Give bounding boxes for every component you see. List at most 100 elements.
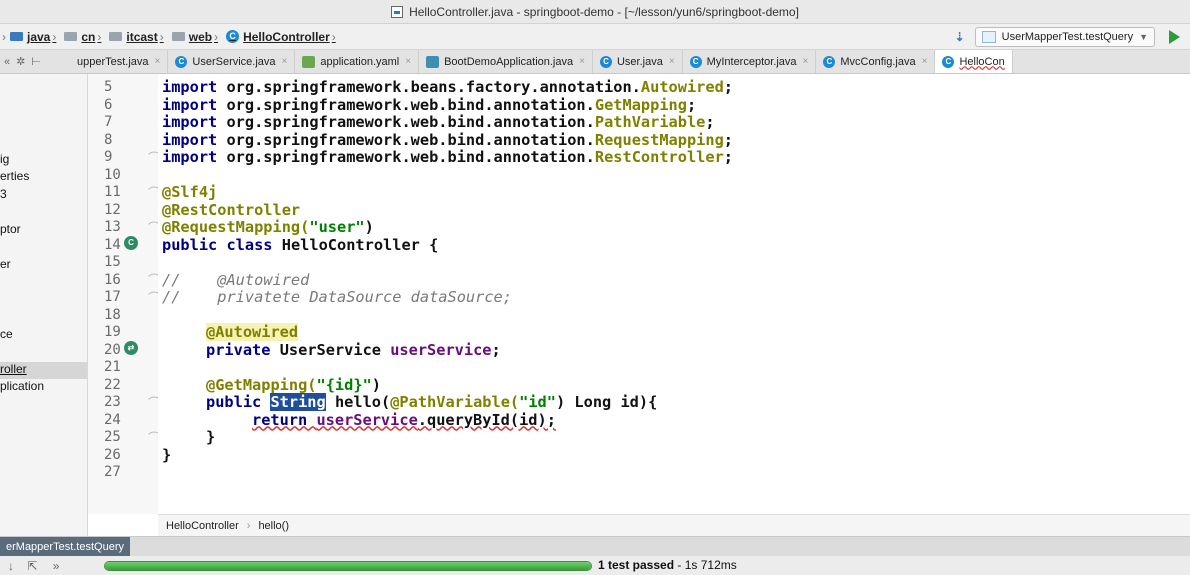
tab-bootdemoapplication[interactable]: BootDemoApplication.java × bbox=[419, 50, 593, 73]
class-icon: C bbox=[175, 55, 188, 68]
spring-boot-app-icon bbox=[426, 55, 440, 68]
code-line-25: } bbox=[206, 428, 216, 446]
class-icon: C bbox=[689, 55, 702, 68]
line-number: 26 bbox=[104, 446, 121, 463]
tab-user[interactable]: C User.java × bbox=[593, 50, 683, 73]
code-line-7: import org.springframework.web.bind.anno… bbox=[162, 113, 715, 131]
breadcrumb-cn[interactable]: cn › bbox=[64, 30, 105, 44]
export-icon[interactable]: ⇱ bbox=[27, 559, 37, 573]
tab-userservice[interactable]: C UserService.java × bbox=[168, 50, 296, 73]
tab-hellocontroller[interactable]: C HelloCon bbox=[935, 50, 1013, 73]
folder-icon bbox=[10, 32, 23, 41]
editor-tab-bar: « ✲ ⊢ upperTest.java × C UserService.java ×… bbox=[0, 50, 1190, 74]
project-item[interactable]: er bbox=[0, 257, 11, 271]
navigation-bar: › java › cn › itcast › web › C HelloControlle… bbox=[0, 24, 1190, 50]
window-title: HelloController.java - springboot-demo -… bbox=[409, 4, 799, 19]
tab-label: application.yaml bbox=[320, 55, 400, 68]
close-icon[interactable]: × bbox=[282, 56, 288, 67]
editor-breadcrumb-method[interactable]: hello() bbox=[258, 520, 289, 532]
project-item[interactable]: ig bbox=[0, 152, 9, 166]
line-number: 5 bbox=[104, 79, 113, 95]
close-icon[interactable]: × bbox=[155, 56, 161, 67]
code-line-6: import org.springframework.web.bind.anno… bbox=[162, 95, 697, 114]
line-number: 23 bbox=[104, 394, 121, 410]
tab-usermappertest[interactable]: upperTest.java × bbox=[70, 50, 169, 73]
tab-application-yaml[interactable]: application.yaml × bbox=[295, 50, 420, 73]
run-tab-testquery[interactable]: erMapperTest.testQuery bbox=[0, 537, 130, 557]
project-item[interactable]: 3 bbox=[0, 187, 7, 201]
breadcrumb-label: cn bbox=[81, 29, 96, 44]
code-line-14: public class HelloController { bbox=[162, 235, 439, 254]
autowired-gutter-icon[interactable]: ⇄ bbox=[124, 341, 138, 355]
project-item[interactable]: plication bbox=[0, 379, 44, 393]
project-item[interactable]: ce bbox=[0, 327, 13, 341]
code-line-23: public String hello(@PathVariable("id") … bbox=[206, 393, 658, 411]
breadcrumb-label: java bbox=[27, 29, 51, 44]
folder-icon bbox=[171, 32, 185, 41]
code-editor[interactable]: import org.springframework.beans.factory… bbox=[158, 74, 1190, 514]
tab-mvcconfig[interactable]: C MvcConfig.java × bbox=[816, 50, 936, 73]
spring-bean-gutter-icon[interactable]: C bbox=[124, 236, 138, 250]
line-number: 18 bbox=[104, 306, 121, 323]
tab-myinterceptor[interactable]: C MyInterceptor.java × bbox=[683, 50, 817, 73]
tab-label: User.java bbox=[616, 55, 663, 68]
chevron-right-icon: › bbox=[2, 29, 6, 44]
project-item-selected[interactable]: roller bbox=[0, 362, 87, 379]
chevron-down-icon: ▼ bbox=[1139, 32, 1148, 42]
code-line-5: import org.springframework.beans.factory… bbox=[162, 78, 734, 96]
code-line-22: @GetMapping("{id}") bbox=[206, 375, 381, 394]
breadcrumb-itcast[interactable]: itcast › bbox=[109, 30, 167, 44]
test-progress-bar bbox=[104, 561, 592, 571]
editor-breadcrumb-class[interactable]: HelloController bbox=[166, 520, 239, 532]
close-icon[interactable]: × bbox=[405, 56, 411, 67]
editor-gutter: 5 6 7 8 9 10 11 12 13 14 15 16 17 18 19 … bbox=[88, 74, 160, 514]
test-progress-fill bbox=[105, 562, 591, 570]
code-line-17: // privatete DataSource dataSource; bbox=[162, 288, 512, 306]
breadcrumb-label: web bbox=[188, 29, 213, 44]
close-icon[interactable]: × bbox=[579, 56, 585, 67]
code-line-16: // @Autowired bbox=[162, 270, 310, 289]
arrow-down-icon[interactable]: ↓ bbox=[8, 559, 14, 573]
code-line-24: return userService.queryById(id); bbox=[252, 410, 556, 429]
line-number: 9 bbox=[104, 149, 113, 165]
line-number: 22 bbox=[104, 376, 121, 393]
code-line-26: } bbox=[162, 445, 172, 464]
expand-icon[interactable]: » bbox=[53, 559, 60, 573]
breadcrumb-web[interactable]: web › bbox=[171, 29, 222, 44]
code-line-19: @Autowired bbox=[206, 323, 299, 341]
line-number: 11 bbox=[104, 184, 121, 200]
collapse-icon[interactable]: « bbox=[4, 56, 10, 68]
run-configuration-label: UserMapperTest.testQuery bbox=[1001, 31, 1134, 43]
project-item[interactable]: erties bbox=[0, 169, 29, 183]
breadcrumb-java[interactable]: java › bbox=[10, 30, 60, 44]
code-line-12: @RestController bbox=[162, 200, 301, 219]
tab-label: MvcConfig.java bbox=[840, 55, 916, 68]
run-play-icon[interactable] bbox=[1169, 30, 1180, 44]
code-line-13: @RequestMapping("user") bbox=[162, 218, 374, 236]
test-controls: ↓ ⇱ » bbox=[8, 559, 98, 573]
line-number: 20 bbox=[104, 341, 121, 358]
run-configuration-select[interactable]: UserMapperTest.testQuery ▼ bbox=[974, 27, 1155, 47]
project-panel: ig erties 3 ptor er ce roller plication bbox=[0, 74, 88, 536]
line-number: 12 bbox=[104, 201, 121, 218]
sort-icon[interactable]: ⇣ bbox=[955, 30, 965, 44]
gear-icon[interactable]: ✲ bbox=[16, 55, 25, 68]
project-item[interactable]: ptor bbox=[0, 222, 21, 236]
close-icon[interactable]: × bbox=[922, 56, 928, 67]
line-number: 24 bbox=[104, 411, 121, 428]
class-icon: C bbox=[599, 55, 612, 68]
pin-icon[interactable]: ⊢ bbox=[31, 55, 41, 68]
chevron-right-icon: › bbox=[246, 519, 251, 532]
close-icon[interactable]: × bbox=[803, 56, 809, 67]
line-number: 10 bbox=[104, 166, 121, 183]
line-number: 25 bbox=[104, 429, 121, 445]
close-icon[interactable]: × bbox=[669, 56, 675, 67]
run-tool-window-tabs: erMapperTest.testQuery bbox=[0, 536, 1190, 557]
line-number: 16 bbox=[104, 271, 121, 288]
tab-tools: « ✲ ⊢ bbox=[0, 55, 78, 69]
line-number: 15 bbox=[104, 254, 121, 270]
code-line-9: import org.springframework.web.bind.anno… bbox=[162, 148, 734, 166]
breadcrumb-hellocontroller[interactable]: C HelloController › bbox=[226, 30, 340, 44]
class-icon: C bbox=[823, 55, 836, 68]
selected-text: String bbox=[270, 393, 326, 411]
